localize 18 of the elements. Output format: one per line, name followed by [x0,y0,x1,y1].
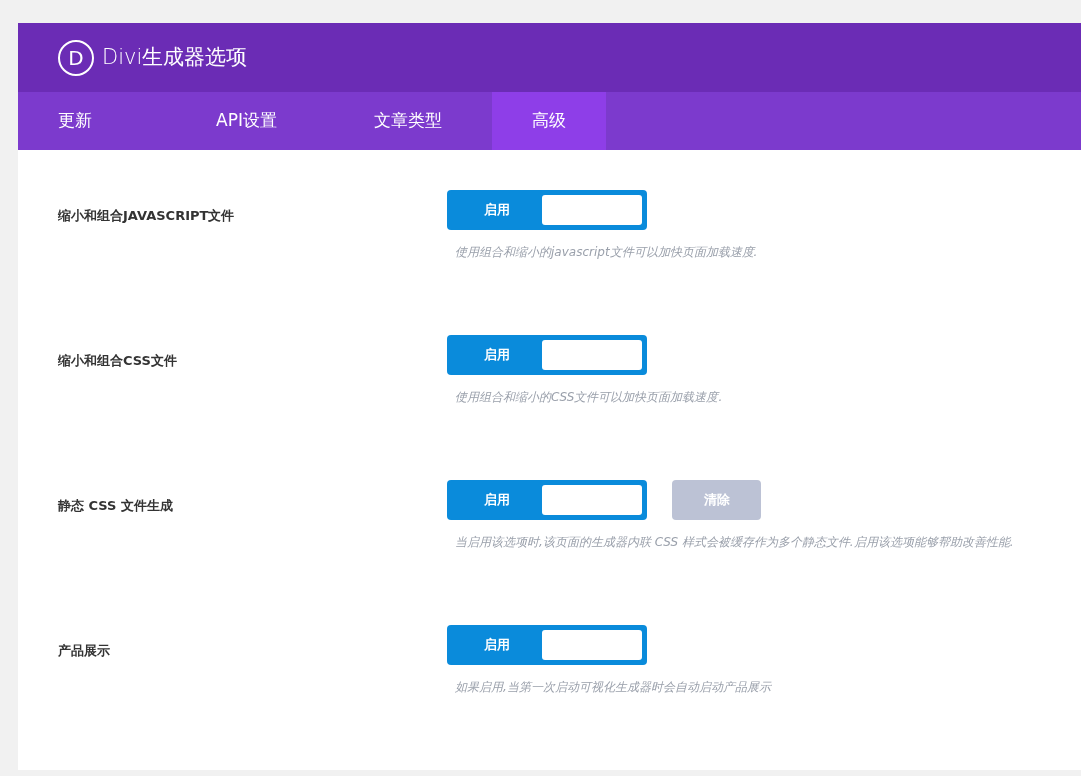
setting-label: 缩小和组合CSS文件 [58,353,177,368]
setting-label: 产品展示 [58,643,110,658]
tab[interactable]: 高级 [492,92,606,150]
setting-description: 使用组合和缩小的CSS文件可以加快页面加载速度. [454,389,723,406]
setting-description: 使用组合和缩小的javascript文件可以加快页面加载速度. [454,244,758,261]
setting-label: 缩小和组合JAVASCRIPT文件 [58,208,235,223]
tab[interactable]: 更新 [18,92,176,150]
tab[interactable]: API设置 [176,92,334,150]
toggle-switch[interactable]: 启用 [447,480,647,520]
window-title: Divi生成器选项 [102,43,248,71]
toggle-switch[interactable]: 启用 [447,335,647,375]
toggle-switch[interactable]: 启用 [447,190,647,230]
setting-label: 静态 CSS 文件生成 [58,498,173,513]
setting-description: 如果启用,当第一次启动可视化生成器时会自动启动产品展示 [454,679,771,696]
setting-description: 当启用该选项时,该页面的生成器内联 CSS 样式会被缓存作为多个静态文件.启用该选项能够帮助改善性能. [454,534,1014,551]
logo-icon: D [58,39,94,76]
tab[interactable]: 文章类型 [334,92,492,150]
toggle-switch[interactable]: 启用 [447,625,647,665]
